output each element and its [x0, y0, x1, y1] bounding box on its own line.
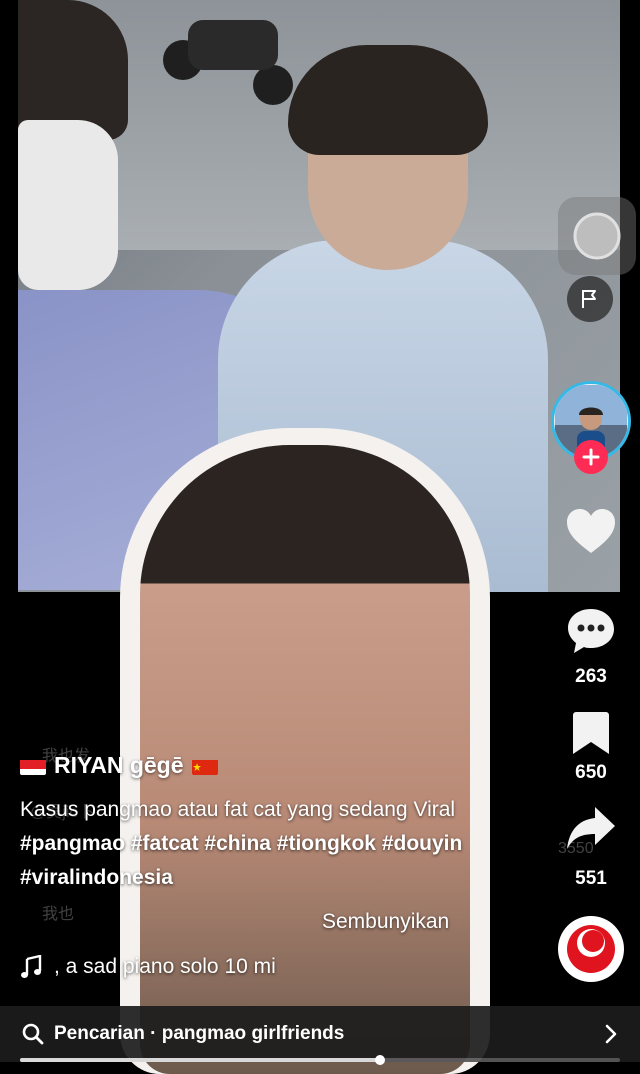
video-description: Kasus pangmao atau fat cat yang sedang V…: [20, 793, 540, 895]
comment-count: 263: [575, 666, 607, 687]
record-button[interactable]: [558, 197, 636, 275]
comment-icon: [568, 609, 614, 653]
search-icon: [22, 1023, 44, 1045]
chevron-right-icon: [605, 1024, 617, 1044]
flag-icon: [582, 290, 596, 308]
video-progress-bar[interactable]: [20, 1055, 620, 1065]
follow-button[interactable]: [574, 440, 608, 474]
hashtag[interactable]: #fatcat: [131, 832, 199, 855]
description-text: Kasus pangmao atau fat cat yang sedang V…: [20, 798, 456, 821]
video-progress-fill: [20, 1058, 380, 1062]
video-progress-handle[interactable]: [375, 1055, 385, 1065]
record-icon: [573, 212, 621, 260]
hide-caption-button[interactable]: Sembunyikan: [322, 910, 449, 934]
author-row[interactable]: RIYAN gēgē: [20, 752, 540, 779]
left-person-hair: [18, 0, 128, 140]
report-button[interactable]: [567, 276, 613, 322]
share-icon: [567, 807, 615, 849]
music-disc-button[interactable]: [558, 916, 624, 982]
author-name[interactable]: RIYAN gēgē: [54, 752, 184, 779]
hashtag[interactable]: #china: [204, 832, 271, 855]
video-caption: RIYAN gēgē Kasus pangmao atau fat cat ya…: [20, 752, 540, 895]
music-note-icon: [21, 955, 42, 978]
heart-icon: [567, 509, 615, 553]
music-disc-icon: [567, 925, 615, 973]
search-suggestion-text: Pencarian · pangmao girlfriends: [54, 1023, 345, 1044]
share-button[interactable]: [562, 800, 620, 856]
china-flag-icon: [191, 757, 218, 775]
background-text: 我也: [42, 906, 75, 923]
plus-icon: [582, 448, 600, 466]
hashtag[interactable]: #pangmao: [20, 832, 125, 855]
bookmark-count: 650: [575, 762, 607, 783]
scooter-image: [163, 20, 293, 105]
search-suggestion-bar[interactable]: Pencarian · pangmao girlfriends: [0, 1006, 640, 1062]
comment-button[interactable]: [562, 603, 620, 659]
like-button[interactable]: [561, 504, 621, 558]
hashtag[interactable]: #douyin: [382, 832, 463, 855]
hashtag[interactable]: #tiongkok: [277, 832, 376, 855]
share-count: 551: [575, 868, 607, 889]
music-row[interactable]: , a sad piano solo 10 mi: [20, 955, 276, 979]
left-person-mask: [18, 120, 118, 290]
video-player[interactable]: 我也发 @吴jio卜 是他 性格 3550 我也: [0, 0, 640, 1074]
hashtag[interactable]: #viralindonesia: [20, 866, 173, 889]
bookmark-button[interactable]: [565, 706, 617, 760]
indonesia-flag-icon: [20, 757, 46, 775]
bookmark-icon: [573, 712, 609, 754]
music-title: , a sad piano solo 10 mi: [54, 955, 276, 978]
center-person-hair: [288, 45, 488, 155]
